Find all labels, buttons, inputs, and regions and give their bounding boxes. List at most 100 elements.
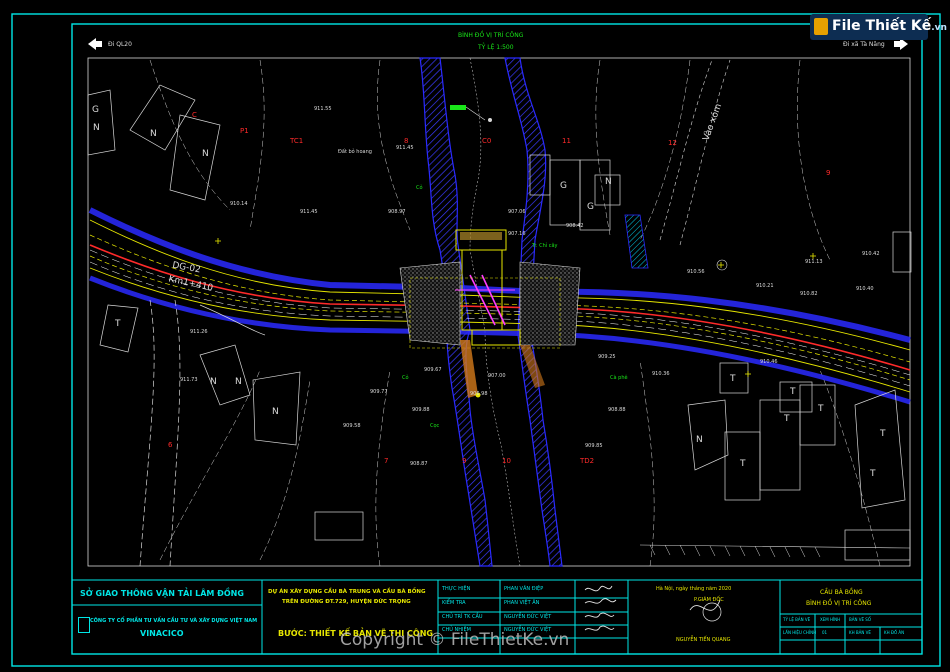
elevation-label: 909.58 xyxy=(343,423,361,429)
date-line: Hà Nội, ngày tháng năm 2020 xyxy=(656,586,732,592)
meta-label: KH ĐỒ ÁN xyxy=(884,630,905,635)
houses xyxy=(87,84,912,561)
elevation-label: 910.82 xyxy=(800,291,818,297)
elevation-label: 911.26 xyxy=(190,329,208,335)
elevation-label: 911.45 xyxy=(396,145,414,151)
agency-name: SỞ GIAO THÔNG VẬN TẢI LÂM ĐỒNG xyxy=(80,589,244,598)
house-letter: T xyxy=(870,469,876,479)
house-letter: T xyxy=(784,414,790,424)
meta-label: TỶ LỆ BẢN VẼ xyxy=(783,617,811,622)
meta-value: XEM HÌNH xyxy=(820,617,841,622)
director-name: NGUYỄN TIẾN QUANG xyxy=(676,637,731,643)
house-letter: N xyxy=(235,377,242,387)
meta-label: LẦN HIỆU CHỈNH xyxy=(783,630,817,635)
elevation-label: 910.36 xyxy=(652,371,670,377)
house-letter: N xyxy=(210,377,217,387)
role-label: KIỂM TRA xyxy=(442,600,466,606)
house-letter: G xyxy=(92,105,99,115)
annotation: Đất bỏ hoang xyxy=(338,149,372,155)
stake-label: 10 xyxy=(502,457,511,465)
drawing-scale: TỶ LỆ 1:500 xyxy=(478,44,514,51)
house-letter: T xyxy=(790,387,796,397)
elevation-label: 910.42 xyxy=(862,251,880,257)
director-title: P.GIÁM ĐỐC xyxy=(694,597,724,603)
folder-icon xyxy=(814,18,828,35)
stake-label: 7 xyxy=(384,457,389,465)
elevation-label: 910.56 xyxy=(687,269,705,275)
elevation-label: 907.16 xyxy=(508,231,526,237)
stake-label: C0 xyxy=(482,137,492,145)
company-name: CÔNG TY CỔ PHẦN TƯ VẤN CẦU TƯ VÀ XÂY DỰN… xyxy=(90,618,258,624)
role-label: CHỦ TRÌ TK CẦU xyxy=(442,614,483,620)
meta-value: 01 xyxy=(822,630,828,635)
elevation-label: 910.46 xyxy=(760,359,778,365)
elevation-label: 908.97 xyxy=(388,209,406,215)
elevation-label: 909.88 xyxy=(412,407,430,413)
elevation-label: 911.45 xyxy=(300,209,318,215)
house-letter: N xyxy=(272,407,279,417)
drawing-canvas: BÌNH ĐỒ VỊ TRÍ CÔNG TỶ LỆ 1:500 Đi QL20 … xyxy=(0,0,950,672)
ditch-hatch xyxy=(624,214,649,269)
stake-label: 6 xyxy=(168,441,173,449)
elevation-label: 910.14 xyxy=(230,201,248,207)
elevation-label: 907.00 xyxy=(488,373,506,379)
annotation: Cỏ xyxy=(402,375,409,381)
role-name: PHAN VIỆT ÂN xyxy=(504,600,540,606)
stake-label: 8 xyxy=(404,137,409,145)
house-letter: G xyxy=(587,202,594,212)
elevation-label: 906.98 xyxy=(470,391,488,397)
annotation: Tr. Chỉ cây xyxy=(532,243,558,249)
house-letter: N xyxy=(696,435,703,445)
drawing-name-2: BÌNH ĐỒ VỊ TRÍ CÔNG xyxy=(806,600,872,607)
company-logo xyxy=(78,617,90,633)
elevation-label: 908.87 xyxy=(410,461,428,467)
house-letter: G xyxy=(560,181,567,191)
stake-label: TD2 xyxy=(580,457,595,465)
watermark-logo-text: File Thiết Kế.vn xyxy=(832,18,947,34)
side-road xyxy=(139,299,181,567)
elevation-label: 909.85 xyxy=(585,443,603,449)
annotation: Cọc xyxy=(430,423,440,429)
role-label: THỰC HIỆN xyxy=(442,586,471,592)
house-letter: T xyxy=(740,459,746,469)
drawing-name-1: CẦU BÀ BỒNG xyxy=(820,589,863,596)
elevation-label: 909.77 xyxy=(370,389,388,395)
drawing-title: BÌNH ĐỒ VỊ TRÍ CÔNG xyxy=(458,32,524,39)
stake-label: C xyxy=(192,111,197,119)
elevation-label: 910.40 xyxy=(856,286,874,292)
house-letter: N xyxy=(93,123,100,133)
role-name: PHAN VĂN ĐIỆP xyxy=(504,586,544,592)
stake-label: 9 xyxy=(462,457,467,465)
project-line-1: DỰ ÁN XÂY DỰNG CẦU BÀ TRUNG VÀ CẦU BÀ BỒ… xyxy=(268,589,426,595)
meta-label: KH BẢN VẼ xyxy=(849,630,871,635)
company-short: VINACICO xyxy=(140,629,184,638)
house-letter: N xyxy=(150,129,157,139)
stake-label: 9 xyxy=(826,169,831,177)
signatures xyxy=(584,585,722,631)
meta-label: BẢN VẼ SỐ xyxy=(849,617,871,622)
watermark-logo: File Thiết Kế.vn xyxy=(810,14,947,40)
outer-frame xyxy=(11,13,941,667)
elevation-label: 911.73 xyxy=(180,377,198,383)
house-letter: T xyxy=(115,319,121,329)
house-letter: T xyxy=(880,429,886,439)
direction-right: Đi xã Tà Năng xyxy=(843,41,885,48)
elevation-label: 911.55 xyxy=(314,106,332,112)
stake-label: TC1 xyxy=(290,137,304,145)
elevation-label: 911.13 xyxy=(805,259,823,265)
stake-label: 11 xyxy=(562,137,571,145)
house-letter: T xyxy=(818,404,824,414)
elevation-label: 910.21 xyxy=(756,283,774,289)
elevation-label: 909.67 xyxy=(424,367,442,373)
arrow-left-icon xyxy=(88,38,96,50)
stake-label: P1 xyxy=(240,127,249,135)
elevation-label: 907.06 xyxy=(508,209,526,215)
stake-label: 12 xyxy=(668,139,677,147)
elevation-label: 908.42 xyxy=(566,223,584,229)
annotation: Cỏ xyxy=(416,185,423,191)
elevation-label: 909.25 xyxy=(598,354,616,360)
house-letter: N xyxy=(202,149,209,159)
project-line-2: TRÊN ĐƯỜNG ĐT.729, HUYỆN ĐỨC TRỌNG xyxy=(282,599,411,605)
direction-left: Đi QL20 xyxy=(108,41,132,48)
annotation: Cà phê xyxy=(610,375,628,381)
